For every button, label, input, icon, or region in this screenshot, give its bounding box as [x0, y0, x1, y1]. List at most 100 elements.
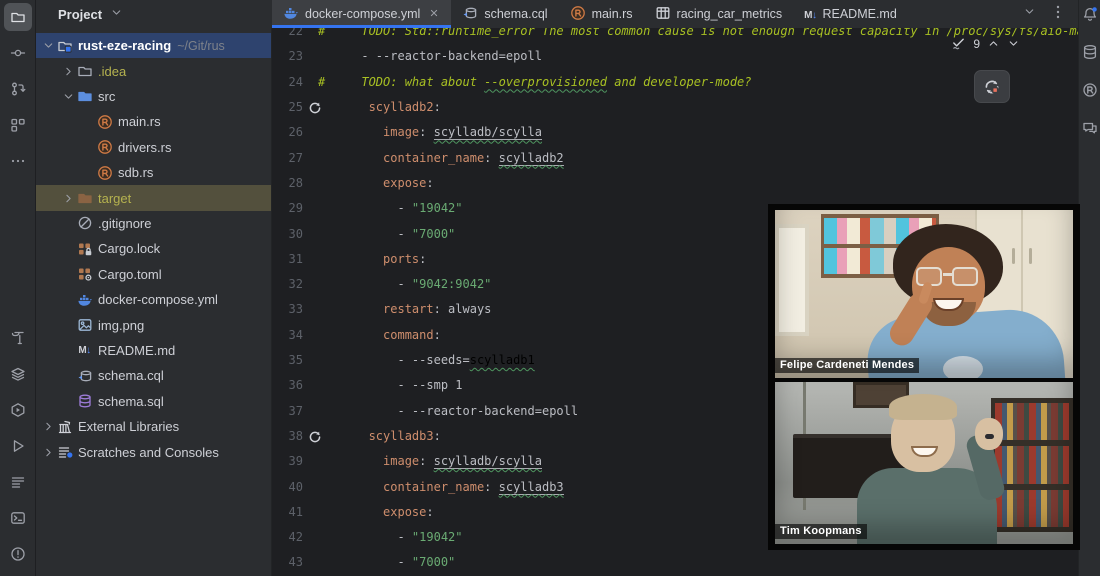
tool-button-problems[interactable]	[4, 540, 32, 568]
chevron-right-icon[interactable]	[60, 65, 76, 78]
tool-button-run-configs[interactable]	[4, 396, 32, 424]
prev-problem-chevron-up-icon[interactable]	[987, 37, 1000, 50]
tab-label: docker-compose.yml	[305, 7, 420, 21]
tool-button-todo[interactable]	[4, 468, 32, 496]
tool-button-services[interactable]	[4, 360, 32, 388]
markdown-icon: M↓	[804, 7, 816, 21]
problems-icon	[10, 546, 26, 562]
tree-item-.gitignore[interactable]: .gitignore	[36, 211, 271, 236]
editor-tab-racing_car_metrics[interactable]: racing_car_metrics	[644, 0, 794, 28]
editor-tab-main.rs[interactable]: main.rs	[559, 0, 644, 28]
code-text: image: scylladb/scylla	[318, 449, 542, 474]
tree-item-label: Cargo.lock	[98, 241, 160, 256]
tool-button-commit[interactable]	[4, 39, 32, 67]
editor-tab-docker-compose.yml[interactable]: docker-compose.yml	[272, 0, 451, 28]
tool-button-run[interactable]	[4, 432, 32, 460]
tree-item-label: .idea	[98, 64, 126, 79]
code-text: scylladb3:	[318, 424, 441, 449]
cargo-toml-icon	[76, 266, 93, 282]
chevron-right-icon[interactable]	[40, 446, 56, 459]
editor-tab-schema.cql[interactable]: schema.cql	[451, 0, 558, 28]
tree-item-label: target	[98, 191, 131, 206]
chevron-down-icon[interactable]	[110, 6, 123, 22]
close-icon[interactable]	[428, 7, 440, 22]
tree-item-label: schema.cql	[98, 368, 164, 383]
code-text: restart: always	[318, 297, 491, 322]
tool-button-rust[interactable]	[1082, 82, 1098, 103]
rust-file-icon	[96, 139, 113, 155]
tree-item-rust-eze-racing[interactable]: rust-eze-racing~/Git/rus	[36, 33, 271, 58]
code-text: image: scylladb/scylla	[318, 120, 542, 145]
restart-service-button[interactable]	[974, 70, 1010, 103]
code-text: - "19042"	[318, 196, 463, 221]
tree-item-Cargo.toml[interactable]: Cargo.toml	[36, 262, 271, 287]
tool-button-build[interactable]	[4, 324, 32, 352]
terminal-icon	[10, 510, 26, 526]
tree-item-.idea[interactable]: .idea	[36, 58, 271, 83]
line-number: 43	[272, 550, 303, 575]
tree-item-docker-compose.yml[interactable]: docker-compose.yml	[36, 287, 271, 312]
code-line-26[interactable]: 26 image: scylladb/scylla	[272, 120, 1078, 145]
tab-label: schema.cql	[484, 7, 547, 21]
tree-item-schema.sql[interactable]: schema.sql	[36, 389, 271, 414]
code-line-24[interactable]: 24# TODO: what about --overprovisioned a…	[272, 70, 1078, 95]
project-tool-header[interactable]: Project	[36, 0, 272, 28]
line-number: 28	[272, 171, 303, 196]
chevron-down-icon[interactable]	[40, 39, 56, 52]
participant-name-label: Felipe Cardeneti Mendes	[775, 358, 919, 373]
typo-check-icon	[951, 36, 966, 51]
tree-item-README.md[interactable]: M↓README.md	[36, 338, 271, 363]
chevron-down-icon[interactable]	[60, 90, 76, 103]
tool-button-project[interactable]	[4, 3, 32, 31]
tree-item-schema.cql[interactable]: schema.cql	[36, 363, 271, 388]
project-folder-icon	[56, 38, 73, 54]
tree-item-img.png[interactable]: img.png	[36, 312, 271, 337]
code-line-43[interactable]: 43 - "7000"	[272, 550, 1078, 575]
code-text: - "7000"	[318, 550, 455, 575]
commit-icon	[10, 45, 26, 61]
project-icon	[10, 9, 26, 25]
tree-item-main.rs[interactable]: main.rs	[36, 109, 271, 134]
line-number: 40	[272, 475, 303, 500]
code-line-27[interactable]: 27 container_name: scylladb2	[272, 146, 1078, 171]
line-number: 32	[272, 272, 303, 297]
tool-button-terminal[interactable]	[4, 504, 32, 532]
tree-item-sdb.rs[interactable]: sdb.rs	[36, 160, 271, 185]
chevron-right-icon[interactable]	[40, 420, 56, 433]
top-bar: Project docker-compose.yml schema.cql main…	[36, 0, 1078, 28]
ide-window: Project docker-compose.yml schema.cql main…	[0, 0, 1100, 576]
tool-button-ai-chat[interactable]	[1082, 120, 1098, 141]
line-number: 24	[272, 70, 303, 95]
tool-button-database[interactable]	[1082, 44, 1098, 65]
folder-src-icon	[76, 88, 93, 104]
next-problem-chevron-down-icon[interactable]	[1007, 37, 1020, 50]
code-line-28[interactable]: 28 expose:	[272, 171, 1078, 196]
chevron-right-icon[interactable]	[60, 192, 76, 205]
editor-tab-strip: docker-compose.yml schema.cql main.rsracin…	[272, 0, 1078, 28]
inspections-widget[interactable]: 9	[951, 36, 1020, 51]
table-icon	[655, 5, 671, 24]
tree-item-label: Cargo.toml	[98, 267, 162, 282]
tool-button-notifications[interactable]	[1082, 6, 1098, 27]
tool-button-structure[interactable]	[4, 111, 32, 139]
tool-button-pull-requests[interactable]	[4, 75, 32, 103]
line-number: 30	[272, 222, 303, 247]
tree-item-Scratches and Consoles[interactable]: Scratches and Consoles	[36, 439, 271, 464]
tool-button-more[interactable]	[4, 147, 32, 175]
webcam-overlay: Felipe Cardeneti Mendes Tim Koopmans	[768, 204, 1080, 550]
editor-tab-README.md[interactable]: M↓README.md	[793, 0, 908, 28]
code-text: - --seeds=scylladb1	[318, 348, 535, 373]
todo-icon	[10, 474, 26, 490]
tab-strip-actions	[1023, 0, 1078, 28]
tree-item-External Libraries[interactable]: External Libraries	[36, 414, 271, 439]
activity-bar	[0, 0, 36, 576]
tab-list-chevron-down-icon[interactable]	[1023, 5, 1036, 23]
tree-item-target[interactable]: target	[36, 185, 271, 210]
tree-item-src[interactable]: src	[36, 84, 271, 109]
tree-item-drivers.rs[interactable]: drivers.rs	[36, 135, 271, 160]
tree-item-Cargo.lock[interactable]: Cargo.lock	[36, 236, 271, 261]
line-number: 35	[272, 348, 303, 373]
more-options-kebab-icon[interactable]	[1050, 4, 1066, 25]
markdown-icon: M↓	[76, 342, 93, 358]
code-line-25[interactable]: 25 scylladb2:	[272, 95, 1078, 120]
